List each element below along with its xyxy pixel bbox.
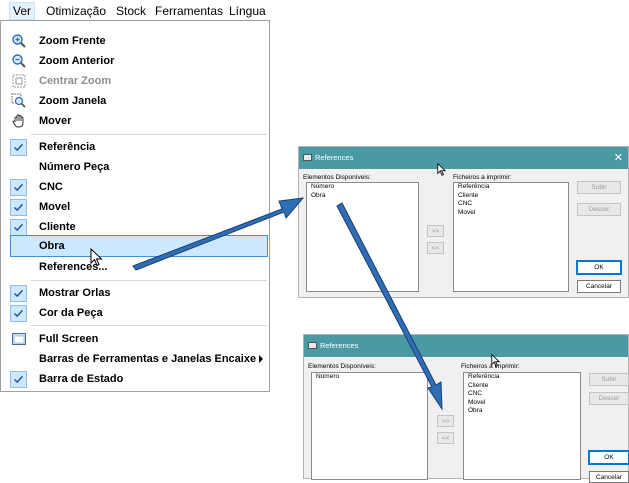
arrow-dialog-to-dialog (336, 202, 443, 411)
arrow-menu-to-dialog (132, 197, 305, 271)
annotation-arrows (132, 197, 443, 411)
